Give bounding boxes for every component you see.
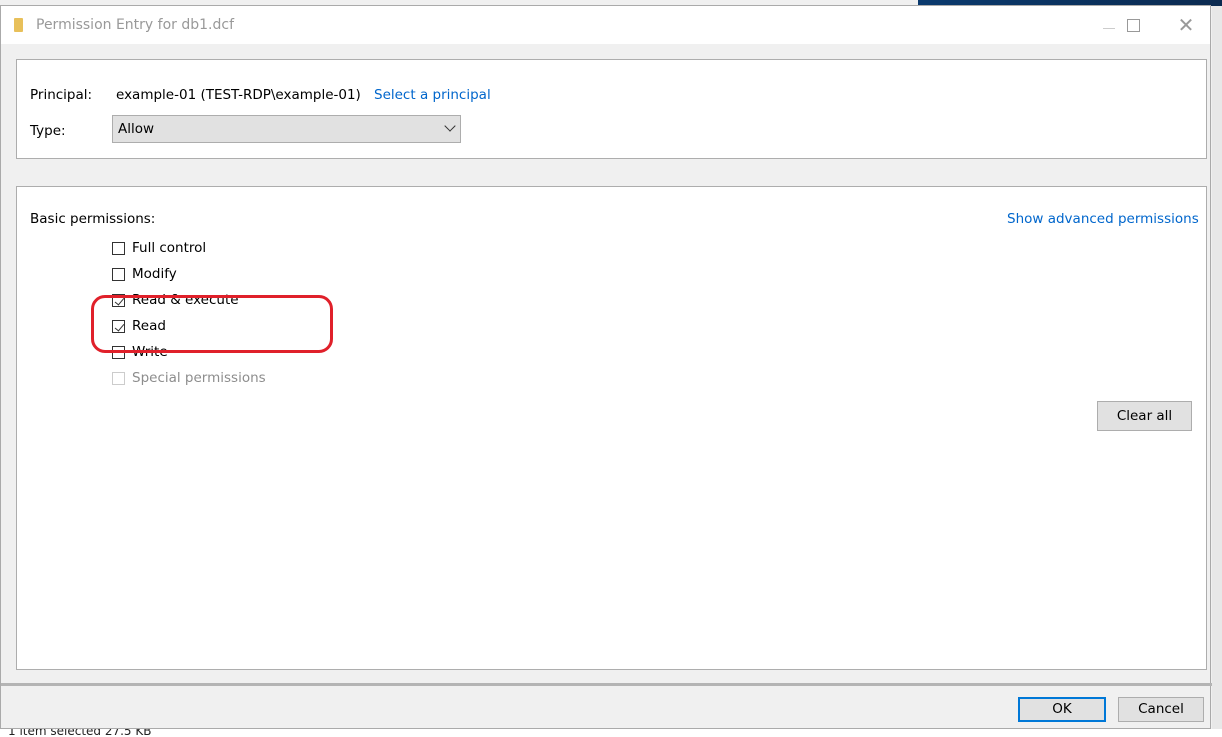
background-status-bar: 1 item selected 27.5 KB bbox=[0, 729, 1222, 737]
permissions-panel: Basic permissions: Show advanced permiss… bbox=[16, 186, 1207, 670]
close-icon: ✕ bbox=[1177, 13, 1195, 37]
principal-label: Principal: bbox=[30, 87, 93, 103]
red-highlight-annotation bbox=[91, 295, 333, 353]
checkbox-label: Full control bbox=[132, 240, 207, 256]
ok-button[interactable]: OK bbox=[1018, 697, 1106, 722]
select-principal-link[interactable]: Select a principal bbox=[374, 87, 491, 103]
show-advanced-permissions-link[interactable]: Show advanced permissions bbox=[1007, 211, 1199, 227]
permission-entry-dialog: Permission Entry for db1.dcf ✕ Principal… bbox=[0, 5, 1212, 729]
close-button[interactable]: ✕ bbox=[1163, 10, 1209, 40]
type-label: Type: bbox=[30, 123, 66, 139]
checkbox-label: Special permissions bbox=[132, 370, 266, 386]
background-window bbox=[1212, 6, 1222, 737]
type-value: Allow bbox=[118, 121, 155, 137]
principal-panel: Principal: example-01 (TEST-RDP\example-… bbox=[16, 59, 1207, 159]
title-bar[interactable]: Permission Entry for db1.dcf ✕ bbox=[1, 6, 1210, 44]
checkbox[interactable] bbox=[112, 268, 125, 281]
checkbox-label: Modify bbox=[132, 266, 177, 282]
chevron-down-icon bbox=[444, 120, 456, 132]
cancel-button[interactable]: Cancel bbox=[1118, 697, 1204, 722]
folder-icon bbox=[14, 18, 23, 32]
maximize-button[interactable] bbox=[1111, 10, 1157, 40]
divider bbox=[1, 683, 1212, 686]
principal-value: example-01 (TEST-RDP\example-01) bbox=[116, 87, 361, 103]
maximize-icon bbox=[1127, 19, 1140, 32]
basic-permissions-label: Basic permissions: bbox=[30, 211, 156, 227]
checkbox-disabled bbox=[112, 372, 125, 385]
window-title: Permission Entry for db1.dcf bbox=[36, 17, 235, 33]
type-select[interactable]: Allow bbox=[112, 115, 461, 143]
clear-all-button[interactable]: Clear all bbox=[1097, 401, 1192, 431]
checkbox[interactable] bbox=[112, 242, 125, 255]
status-text: 1 item selected 27.5 KB bbox=[8, 729, 152, 737]
